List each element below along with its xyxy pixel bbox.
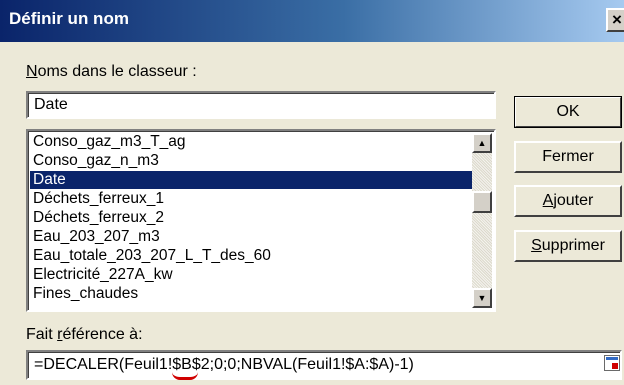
names-label-mnemonic: N	[26, 63, 38, 80]
list-item[interactable]: Déchets_ferreux_2	[30, 209, 475, 227]
name-input-value: Date	[34, 96, 68, 113]
arrow-up-icon: ▲	[477, 138, 487, 148]
names-label: Noms dans le classeur :	[26, 63, 197, 81]
spellcheck-underline	[172, 371, 198, 380]
delete-button-mnemonic: S	[531, 237, 542, 254]
name-input[interactable]: Date	[26, 91, 496, 119]
close-icon: ×	[612, 10, 622, 29]
list-item[interactable]: Eau_203_207_m3	[30, 228, 475, 246]
reference-input[interactable]: =DECALER(Feuil1!$B$2;0;0;NBVAL(Feuil1!$A…	[26, 350, 622, 380]
scroll-down-button[interactable]: ▼	[472, 288, 492, 308]
scroll-thumb[interactable]	[472, 191, 492, 213]
delete-button[interactable]: Supprimer	[514, 230, 622, 262]
arrow-down-icon: ▼	[477, 293, 487, 303]
add-button[interactable]: Ajouter	[514, 185, 622, 217]
list-item[interactable]: Conso_gaz_m3_T_ag	[30, 133, 475, 151]
close-button[interactable]: Fermer	[514, 141, 622, 173]
window-title: Définir un nom	[9, 9, 129, 28]
ok-button[interactable]: OK	[514, 96, 622, 128]
scroll-up-button[interactable]: ▲	[472, 133, 492, 153]
collapse-dialog-icon[interactable]	[604, 355, 620, 371]
reference-input-value: =DECALER(Feuil1!$B$2;0;0;NBVAL(Feuil1!$A…	[34, 356, 414, 373]
names-label-text: oms dans le classeur :	[37, 63, 197, 80]
list-item[interactable]: Electricité_227A_kw	[30, 266, 475, 284]
vertical-scrollbar[interactable]: ▲ ▼	[472, 133, 492, 308]
list-item[interactable]: Eau_totale_203_207_L_T_des_60	[30, 247, 475, 265]
list-item[interactable]: Déchets_ferreux_1	[30, 190, 475, 208]
list-item[interactable]: Fines_chaudes	[30, 285, 475, 303]
list-item[interactable]: Conso_gaz_n_m3	[30, 152, 475, 170]
names-listbox[interactable]: Conso_gaz_m3_T_ag Conso_gaz_n_m3 Date Dé…	[26, 129, 496, 312]
title-bar: Définir un nom ×	[0, 0, 624, 42]
reference-label: Fait référence à:	[26, 326, 143, 343]
close-window-button[interactable]: ×	[606, 8, 624, 32]
add-button-mnemonic: A	[542, 192, 554, 209]
list-item-selected[interactable]: Date	[30, 171, 475, 189]
